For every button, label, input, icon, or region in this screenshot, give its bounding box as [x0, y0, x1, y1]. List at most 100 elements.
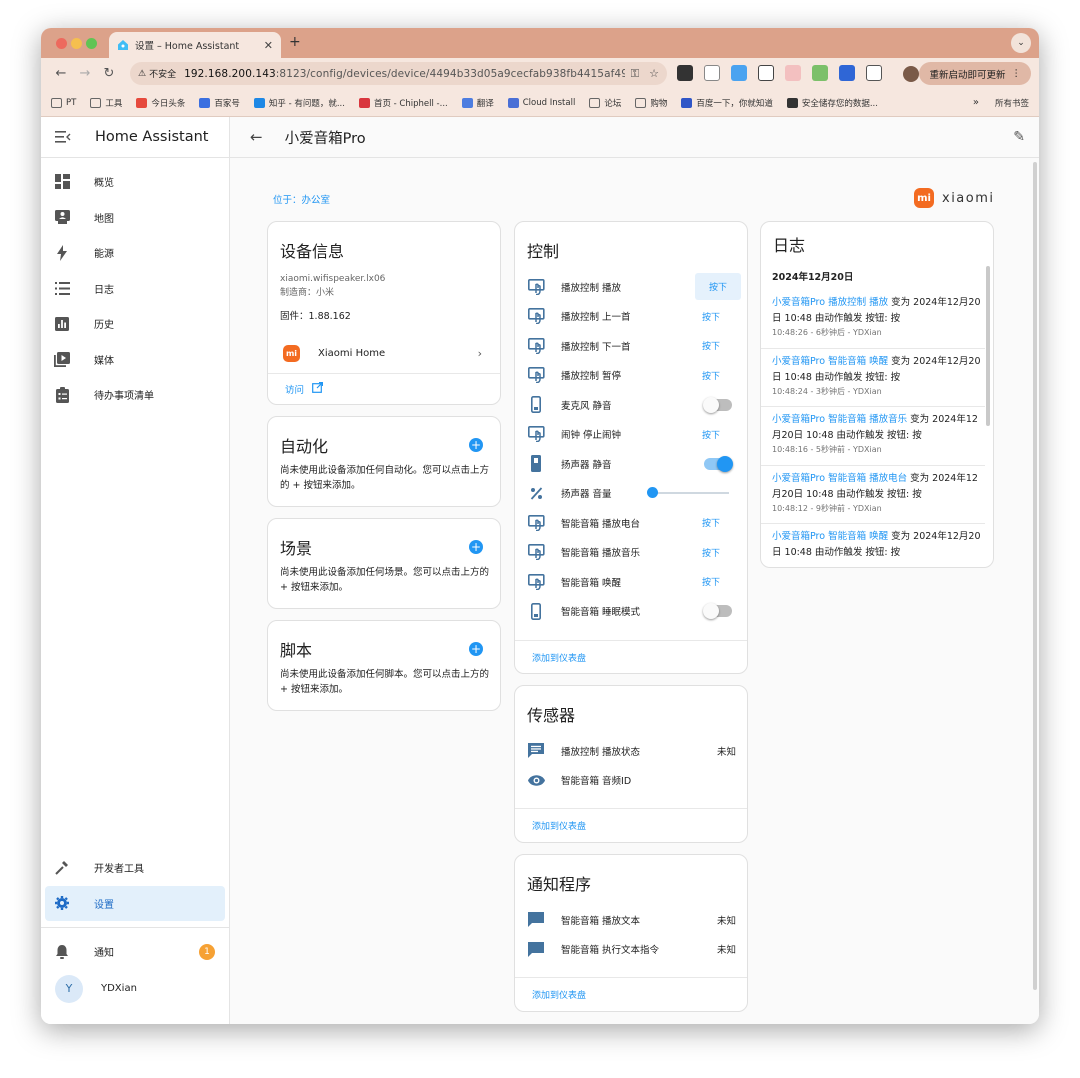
profile-avatar[interactable] — [903, 66, 919, 82]
volume-slider[interactable] — [647, 487, 729, 499]
control-entity-row[interactable]: 播放控制 下一首 按下 — [515, 331, 747, 361]
entity-link[interactable]: 小爱音箱Pro 智能音箱 播放电台 — [772, 473, 907, 484]
control-entity-row[interactable]: 扬声器 音量 — [515, 479, 747, 509]
bookmarks-overflow-button[interactable]: » — [973, 97, 979, 108]
control-entity-row[interactable]: 智能音箱 唤醒 按下 — [515, 567, 747, 597]
extension-icon[interactable] — [758, 65, 774, 81]
bookmark-item[interactable]: 首页 - Chiphell -... — [358, 97, 448, 109]
control-entity-row[interactable]: 麦克风 静音 — [515, 390, 747, 420]
entity-link[interactable]: 小爱音箱Pro 播放控制 播放 — [772, 297, 888, 308]
sidebar-item[interactable]: 历史 — [41, 306, 229, 342]
sensors-card: 传感器 添加到仪表盘 播放控制 播放状态 未知 智能音箱 音频ID — [514, 685, 748, 843]
bookmark-item[interactable]: 安全储存您的数据... — [786, 97, 878, 109]
area-link[interactable]: 位于：办公室 — [273, 192, 330, 206]
password-key-icon[interactable]: ⚿ — [631, 67, 639, 81]
url-text[interactable]: 192.168.200.143:8123/config/devices/devi… — [184, 68, 625, 80]
extension-icon[interactable] — [704, 65, 720, 81]
tab-search-button[interactable]: ⌄ — [1011, 33, 1031, 53]
sidebar-item[interactable]: 待办事项清单 — [41, 377, 229, 413]
menu-collapse-icon[interactable] — [55, 129, 71, 145]
sidebar-divider — [41, 927, 229, 928]
control-entity-row[interactable]: 扬声器 静音 — [515, 449, 747, 479]
add-to-dashboard-button[interactable]: 添加到仪表盘 — [515, 977, 747, 1011]
bookmark-item[interactable]: Cloud Install — [507, 97, 575, 108]
sidebar-item[interactable]: 概览 — [41, 164, 229, 200]
bookmark-item[interactable]: 百家号 — [199, 97, 240, 109]
add-scene-button[interactable]: + — [469, 540, 483, 554]
browser-tab[interactable]: 设置 – Home Assistant ✕ — [109, 32, 281, 58]
tab-close-icon[interactable]: ✕ — [264, 39, 273, 52]
restart-to-update-button[interactable]: 重新启动即可更新 ⋮ — [919, 62, 1031, 85]
press-button[interactable]: 按下 — [694, 273, 741, 301]
reload-icon[interactable]: ↻ — [97, 66, 121, 81]
new-tab-button[interactable]: + — [289, 34, 301, 50]
address-bar[interactable]: ⚠ 不安全 192.168.200.143:8123/config/device… — [130, 62, 667, 85]
entity-row[interactable]: 智能音箱 执行文本指令 未知 — [515, 935, 747, 965]
control-entity-row[interactable]: 智能音箱 播放电台 按下 — [515, 508, 747, 538]
press-button[interactable]: 按下 — [695, 365, 727, 386]
minimize-window-button[interactable] — [71, 38, 82, 49]
bookmark-item[interactable]: 论坛 — [589, 97, 621, 109]
puzzle-extensions-icon[interactable] — [866, 65, 882, 81]
control-entity-row[interactable]: 闹钟 停止闹钟 按下 — [515, 420, 747, 450]
sidebar-item-developer-tools[interactable]: 开发者工具 — [41, 850, 229, 886]
forward-arrow-icon[interactable]: → — [73, 66, 97, 81]
back-arrow-icon[interactable]: ← — [49, 66, 73, 81]
bookmark-item[interactable]: PT — [51, 97, 76, 108]
press-button[interactable]: 按下 — [695, 571, 727, 592]
control-entity-row[interactable]: 智能音箱 播放音乐 按下 — [515, 538, 747, 568]
integration-row[interactable]: mi Xiaomi Home › — [268, 334, 500, 374]
extension-icon[interactable] — [677, 65, 693, 81]
add-to-dashboard-button[interactable]: 添加到仪表盘 — [515, 808, 747, 842]
extension-icon[interactable] — [785, 65, 801, 81]
sidebar-item[interactable]: 日志 — [41, 271, 229, 307]
toggle-switch[interactable] — [703, 396, 732, 413]
add-to-dashboard-button[interactable]: 添加到仪表盘 — [515, 640, 747, 674]
bookmark-item[interactable]: 工具 — [90, 97, 122, 109]
sidebar-item[interactable]: 地图 — [41, 200, 229, 236]
maximize-window-button[interactable] — [86, 38, 97, 49]
bookmark-star-icon[interactable]: ☆ — [649, 67, 659, 81]
sidebar-item[interactable]: 能源 — [41, 235, 229, 271]
entity-link[interactable]: 小爱音箱Pro 智能音箱 唤醒 — [772, 356, 888, 367]
logbook-scrollbar[interactable] — [986, 266, 990, 426]
sidebar-item-notifications[interactable]: 通知 1 — [41, 934, 229, 970]
toggle-switch[interactable] — [704, 455, 733, 472]
control-entity-row[interactable]: 播放控制 暂停 按下 — [515, 361, 747, 391]
extension-icon[interactable] — [812, 65, 828, 81]
visit-link[interactable]: 访问 — [285, 381, 324, 396]
entity-link[interactable]: 小爱音箱Pro 智能音箱 唤醒 — [772, 531, 888, 542]
press-button[interactable]: 按下 — [695, 306, 727, 327]
press-button[interactable]: 按下 — [695, 424, 727, 445]
extension-icon[interactable] — [731, 65, 747, 81]
sidebar-item-settings[interactable]: 设置 — [45, 885, 225, 921]
control-entity-row[interactable]: 播放控制 上一首 按下 — [515, 302, 747, 332]
bookmark-item[interactable]: 购物 — [635, 97, 667, 109]
toggle-switch[interactable] — [703, 603, 732, 620]
edit-pencil-icon[interactable]: ✎ — [1013, 129, 1025, 145]
press-button[interactable]: 按下 — [695, 542, 727, 563]
add-script-button[interactable]: + — [469, 642, 483, 656]
security-indicator[interactable]: ⚠ 不安全 — [138, 67, 176, 81]
all-bookmarks-folder[interactable]: 所有书签 — [991, 97, 1029, 109]
extension-icon[interactable] — [839, 65, 855, 81]
press-button[interactable]: 按下 — [695, 335, 727, 356]
bookmark-item[interactable]: 翻译 — [461, 97, 494, 109]
sidebar-item[interactable]: 媒体 — [41, 342, 229, 378]
entity-row[interactable]: 播放控制 播放状态 未知 — [515, 736, 747, 766]
back-arrow-icon[interactable]: ← — [250, 128, 263, 146]
page-scrollbar[interactable] — [1033, 162, 1037, 990]
press-button[interactable]: 按下 — [695, 512, 727, 533]
entity-row[interactable]: 智能音箱 音频ID — [515, 766, 747, 796]
bookmark-item[interactable]: 百度一下，你就知道 — [681, 97, 773, 109]
control-entity-row[interactable]: 播放控制 播放 按下 — [515, 272, 747, 302]
bookmark-item[interactable]: 今日头条 — [136, 97, 185, 109]
slider-thumb[interactable] — [647, 487, 658, 499]
control-entity-row[interactable]: 智能音箱 睡眠模式 — [515, 597, 747, 627]
add-automation-button[interactable]: + — [469, 438, 483, 452]
bookmark-item[interactable]: 知乎 - 有问题，就... — [253, 97, 345, 109]
close-window-button[interactable] — [56, 38, 67, 49]
sidebar-item-profile[interactable]: Y YDXian — [41, 970, 229, 1008]
entity-row[interactable]: 智能音箱 播放文本 未知 — [515, 905, 747, 935]
entity-link[interactable]: 小爱音箱Pro 智能音箱 播放音乐 — [772, 414, 907, 425]
